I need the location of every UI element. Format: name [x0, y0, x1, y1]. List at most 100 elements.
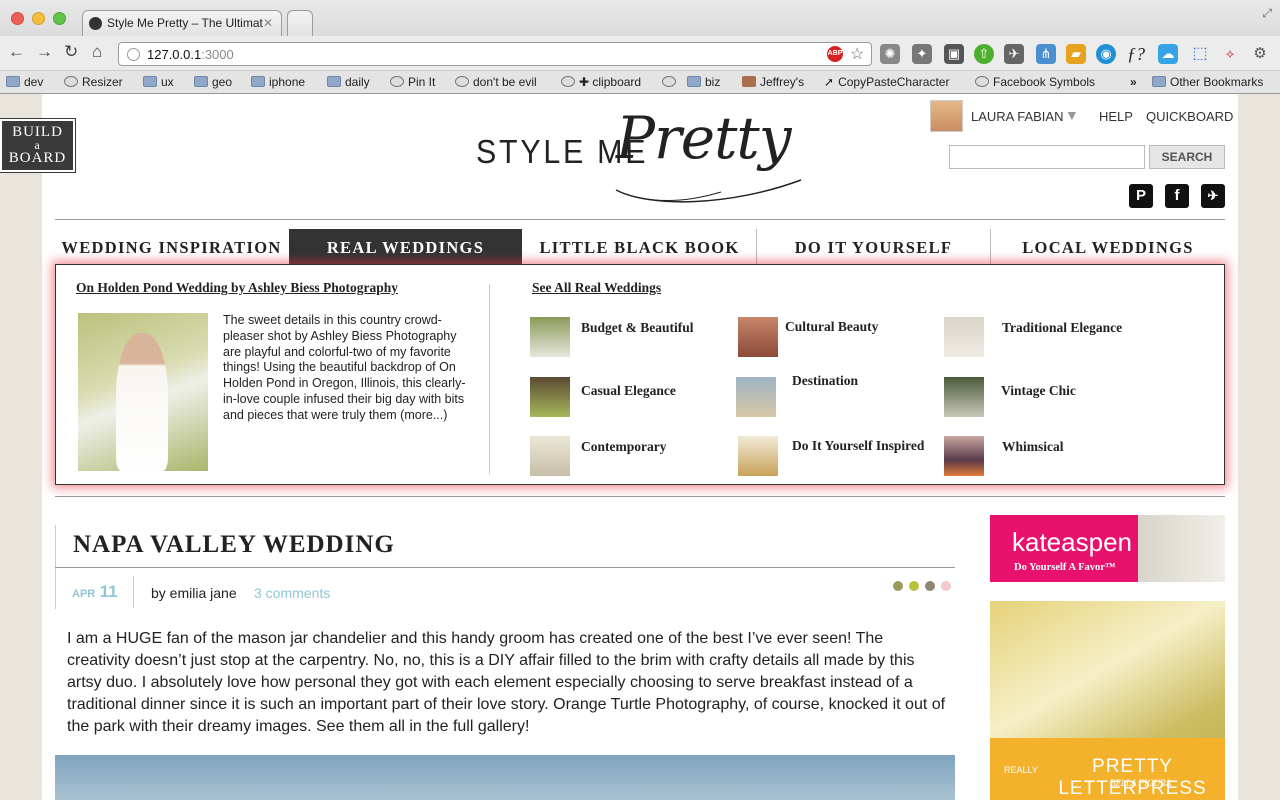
category-thumbnail[interactable] [530, 436, 570, 476]
bookmark-label: don't be evil [473, 75, 537, 89]
category-thumbnail[interactable] [530, 317, 570, 357]
extension-font-icon[interactable]: ƒ? [1126, 44, 1146, 64]
category-budget-beautiful[interactable]: Budget & Beautiful [581, 320, 694, 336]
nav-real-weddings[interactable]: REAL WEDDINGS [289, 229, 522, 265]
nav-wedding-inspiration[interactable]: WEDDING INSPIRATION [55, 229, 288, 265]
bookmark-facebook-symbols[interactable]: Facebook Symbols [975, 74, 1095, 90]
category-traditional-elegance[interactable]: Traditional Elegance [1002, 320, 1122, 336]
post-body: I am a HUGE fan of the mason jar chandel… [67, 630, 946, 735]
bookmark-jeffreys[interactable]: Jeffrey's [742, 74, 804, 90]
logo-pretty: Pretty [616, 104, 791, 172]
extension-truck-icon[interactable]: ▰ [1066, 44, 1086, 64]
bookmark-globe[interactable] [662, 74, 682, 90]
featured-post-image[interactable] [78, 313, 208, 471]
featured-post-link[interactable]: On Holden Pond Wedding by Ashley Biess P… [76, 280, 398, 296]
category-whimsical[interactable]: Whimsical [1002, 439, 1064, 455]
extension-tools-icon[interactable]: ✦ [912, 44, 932, 64]
post-comments-link[interactable]: 3 comments [254, 585, 330, 601]
url-host: 127.0.0.1 [147, 47, 202, 62]
category-casual-elegance[interactable]: Casual Elegance [581, 383, 676, 399]
category-thumbnail[interactable] [738, 317, 778, 357]
extension-cloud-icon[interactable]: ☁ [1158, 44, 1178, 64]
close-window-button[interactable] [11, 12, 24, 25]
bookmark-copypaste[interactable]: ➚ CopyPasteCharacter [824, 74, 954, 90]
reload-icon[interactable]: ↻ [64, 42, 78, 62]
ad-byline: BELLA FIGURA [1110, 778, 1172, 788]
extension-resize-icon[interactable]: ⬚ [1190, 44, 1210, 64]
bookmark-clipboard[interactable]: ✚ clipboard [561, 74, 641, 90]
category-thumbnail[interactable] [530, 377, 570, 417]
facebook-icon[interactable]: f [1165, 184, 1189, 208]
kate-aspen-ad[interactable]: kateaspen Do Yourself A Favor™ [990, 515, 1225, 582]
bookmark-folder-iphone[interactable]: iphone [251, 74, 305, 90]
category-contemporary[interactable]: Contemporary [581, 439, 666, 455]
help-link[interactable]: HELP [1099, 109, 1133, 124]
url-port: :3000 [201, 47, 234, 62]
search-button[interactable]: SEARCH [1149, 145, 1225, 169]
bookmark-resizer[interactable]: Resizer [64, 74, 123, 90]
search-input[interactable] [949, 145, 1145, 169]
category-cultural-beauty[interactable]: Cultural Beauty [785, 319, 878, 335]
user-menu-chevron-down-icon[interactable]: ▼ [1065, 107, 1079, 123]
extension-gear-icon[interactable]: ✺ [880, 44, 900, 64]
address-bar[interactable]: 127.0.0.1:3000 ABP ☆ [118, 42, 872, 66]
palette-swatch [941, 581, 951, 591]
post-image[interactable] [55, 755, 955, 800]
ad-really: REALLY [1004, 765, 1038, 775]
bookmark-label: geo [212, 75, 233, 89]
nav-do-it-yourself[interactable]: DO IT YOURSELF [757, 229, 990, 265]
category-diy-inspired[interactable]: Do It Yourself Inspired [792, 438, 924, 454]
extension-eye-icon[interactable]: ◉ [1096, 44, 1116, 64]
bookmark-other[interactable]: Other Bookmarks [1152, 74, 1263, 90]
extension-screen-icon[interactable]: ▣ [944, 44, 964, 64]
bookmark-folder-dev[interactable]: dev [6, 74, 43, 90]
pinterest-icon[interactable]: P [1129, 184, 1153, 208]
bookmark-pin-it[interactable]: Pin It [390, 74, 435, 90]
extension-network-icon[interactable]: ⋔ [1036, 44, 1056, 64]
extension-bird-icon[interactable]: ✈ [1004, 44, 1024, 64]
see-all-real-weddings-link[interactable]: See All Real Weddings [532, 280, 661, 296]
fullscreen-icon[interactable]: ⤢ [1262, 6, 1272, 21]
minimize-window-button[interactable] [32, 12, 45, 25]
close-tab-icon[interactable]: ✕ [263, 16, 273, 30]
adblock-icon[interactable]: ABP [827, 46, 843, 62]
globe-icon [390, 76, 404, 87]
bookmark-folder-daily[interactable]: daily [327, 74, 370, 90]
avatar[interactable] [930, 100, 963, 132]
bookmark-folder-biz[interactable]: biz [687, 74, 720, 90]
twitter-icon[interactable]: ✈ [1201, 184, 1225, 208]
extension-share-icon[interactable]: ⟡ [1220, 44, 1240, 64]
bookmark-dont-be-evil[interactable]: don't be evil [455, 74, 537, 90]
bookmark-label: dev [24, 75, 44, 89]
bookmark-star-icon[interactable]: ☆ [850, 44, 864, 64]
pretty-letterpress-ad[interactable]: REALLY PRETTY LETTERPRESS BELLA FIGURA [990, 601, 1225, 800]
nav-local-weddings[interactable]: LOCAL WEDDINGS [991, 229, 1225, 265]
forward-arrow-icon[interactable]: → [36, 42, 53, 62]
tab-active[interactable]: Style Me Pretty – The Ultimat ✕ [82, 10, 282, 36]
bookmarks-overflow-button[interactable]: » [1130, 74, 1137, 90]
zoom-window-button[interactable] [53, 12, 66, 25]
post-date: APR 11 [72, 582, 118, 602]
category-thumbnail[interactable] [738, 436, 778, 476]
site-logo[interactable]: STYLE ME Pretty [476, 104, 806, 210]
category-thumbnail[interactable] [944, 436, 984, 476]
user-name[interactable]: LAURA FABIAN [971, 109, 1063, 124]
category-destination[interactable]: Destination [792, 373, 858, 389]
wrench-icon[interactable]: ⚙ [1250, 44, 1270, 64]
build-a-board-button[interactable]: BUILD a BOARD [0, 118, 76, 173]
new-tab-button[interactable] [287, 10, 313, 36]
category-thumbnail[interactable] [944, 317, 984, 357]
bookmark-folder-ux[interactable]: ux [143, 74, 174, 90]
ad-product-image [1138, 515, 1225, 582]
extension-up-icon[interactable]: ⇧ [974, 44, 994, 64]
category-thumbnail[interactable] [736, 377, 776, 417]
post-byline[interactable]: by emilia jane [151, 585, 237, 601]
bookmark-folder-geo[interactable]: geo [194, 74, 232, 90]
home-icon[interactable]: ⌂ [92, 42, 102, 62]
category-thumbnail[interactable] [944, 377, 984, 417]
category-vintage-chic[interactable]: Vintage Chic [1001, 383, 1076, 399]
back-arrow-icon[interactable]: ← [8, 42, 25, 62]
nav-little-black-book[interactable]: LITTLE BLACK BOOK [523, 229, 756, 265]
quickboard-link[interactable]: QUICKBOARD [1146, 109, 1233, 124]
post-title[interactable]: NAPA VALLEY WEDDING [73, 531, 395, 559]
